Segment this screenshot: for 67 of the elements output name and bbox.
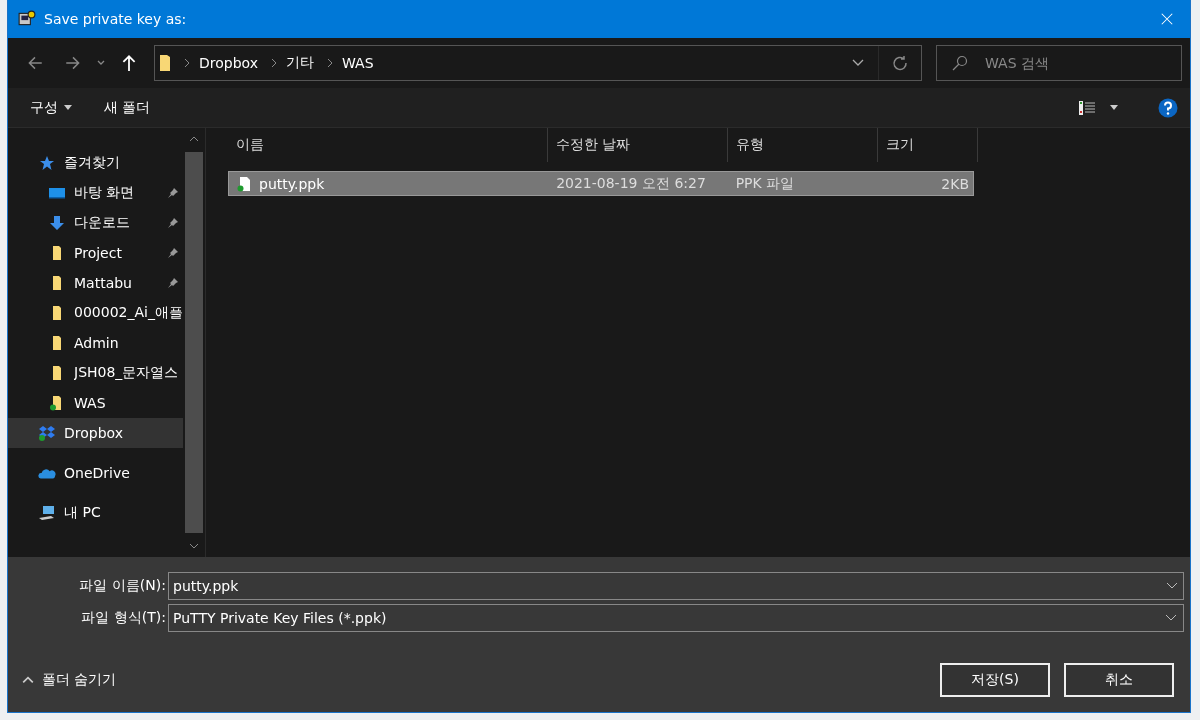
up-arrow-icon[interactable] [120, 54, 138, 72]
close-icon[interactable] [1160, 12, 1174, 26]
sidebar-item[interactable]: Mattabu [8, 268, 183, 298]
column-header[interactable]: 크기 [878, 128, 978, 162]
forward-arrow-icon[interactable] [64, 54, 82, 72]
address-bar[interactable]: Dropbox 기타 WAS [154, 45, 922, 81]
sidebar-item[interactable]: 000002_Ai_애플 [8, 298, 183, 328]
sidebar-item[interactable]: 내 PC [8, 498, 183, 528]
breadcrumb-item[interactable]: 기타 [286, 54, 314, 72]
chevron-right-icon [270, 58, 278, 68]
caret-icon[interactable] [1110, 105, 1118, 110]
synced-file-icon [237, 175, 251, 192]
computer-key-icon [18, 10, 36, 28]
new-folder-button[interactable]: 새 폴더 [102, 94, 153, 121]
download-arrow-icon [48, 215, 66, 231]
size-cell: 2KB [941, 175, 969, 192]
sidebar-item[interactable]: 다운로드 [8, 208, 183, 238]
file-name-field[interactable]: putty.ppk [168, 572, 1184, 600]
breadcrumb-item[interactable]: WAS [342, 55, 374, 71]
breadcrumb-item[interactable]: Dropbox [199, 55, 258, 71]
file-name-label: 파일 이름(N): [78, 577, 167, 595]
sidebar-item[interactable]: Dropbox [8, 418, 183, 448]
chevron-down-icon[interactable] [189, 543, 199, 549]
pin-icon[interactable] [167, 277, 179, 289]
computer-icon [38, 505, 56, 521]
organize-button[interactable]: 구성 [28, 94, 74, 121]
file-type-label: 파일 형식(T): [80, 609, 167, 627]
pin-icon[interactable] [167, 247, 179, 259]
help-icon[interactable] [1158, 97, 1178, 118]
chevron-up-icon [22, 676, 34, 684]
chevron-down-icon[interactable] [852, 59, 864, 67]
file-name: putty.ppk [259, 175, 325, 192]
search-field[interactable]: WAS 검색 [936, 45, 1182, 81]
search-icon [952, 55, 968, 71]
caret-icon [64, 105, 72, 110]
chevron-down-icon[interactable] [1166, 582, 1178, 590]
monitor-icon [48, 185, 66, 201]
chevron-right-icon [326, 58, 334, 68]
hide-folders-button[interactable]: 폴더 숨기기 [22, 667, 117, 693]
column-header[interactable]: 이름 [228, 128, 548, 162]
file-type-dropdown[interactable]: PuTTY Private Key Files (*.ppk) [168, 604, 1184, 632]
back-arrow-icon[interactable] [26, 54, 44, 72]
sidebar-item[interactable]: WAS [8, 388, 183, 418]
list-view-icon[interactable] [1078, 99, 1096, 116]
pin-icon[interactable] [167, 217, 179, 229]
cancel-button[interactable]: 취소 [1064, 663, 1174, 697]
column-header[interactable]: 유형 [728, 128, 878, 162]
window-title: Save private key as: [44, 11, 188, 27]
sidebar-item[interactable]: Project [8, 238, 183, 268]
file-row[interactable]: putty.ppk 2021-08-19 오전 6:27 PPK 파일 2KB [228, 171, 974, 196]
date-cell: 2021-08-19 오전 6:27 [556, 174, 706, 193]
sidebar-item[interactable]: 바탕 화면 [8, 178, 183, 208]
save-button[interactable]: 저장(S) [940, 663, 1050, 697]
sidebar-item[interactable]: OneDrive [8, 458, 183, 488]
pin-icon[interactable] [167, 187, 179, 199]
refresh-icon[interactable] [892, 55, 908, 71]
folder-icon [159, 54, 171, 72]
sidebar-item[interactable]: 즐겨찾기 [8, 148, 183, 178]
column-header[interactable]: 수정한 날짜 [548, 128, 728, 162]
sidebar-item[interactable]: JSH08_문자열스 [8, 358, 183, 388]
dropbox-icon [38, 425, 56, 441]
chevron-down-icon [1165, 614, 1177, 622]
chevron-up-icon[interactable] [189, 136, 199, 142]
type-cell: PPK 파일 [735, 174, 795, 193]
sidebar-item[interactable]: Admin [8, 328, 183, 358]
chevron-right-icon [183, 58, 191, 68]
star-icon [38, 155, 56, 171]
